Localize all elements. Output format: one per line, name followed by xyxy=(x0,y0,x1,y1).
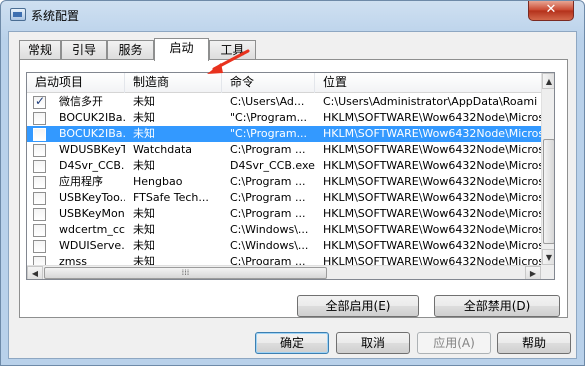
cell-manufacturer: 未知 xyxy=(133,95,155,108)
startup-item-checkbox[interactable] xyxy=(33,208,46,221)
cell-startup-item: USBKeyMon... xyxy=(59,207,125,220)
table-row[interactable]: 微信多开 未知 C:\Users\Ad... C:\Users\Administrat… xyxy=(27,94,541,110)
cell-command: C:\Windows\... xyxy=(230,223,309,236)
cell-startup-item: 微信多开 xyxy=(59,95,103,108)
cell-startup-item: wdcertm_ccb xyxy=(59,223,125,236)
cell-startup-item: D4Svr_CCB... xyxy=(59,159,125,172)
cell-command: D4Svr_CCB.exe xyxy=(230,159,315,172)
help-button[interactable]: 帮助 xyxy=(497,332,571,354)
table-row[interactable]: BOCUK2IBa... 未知 "C:\Program... HKLM\SOFTWAR… xyxy=(27,126,541,142)
startup-item-checkbox[interactable] xyxy=(33,94,46,109)
cell-command: C:\Program ... xyxy=(230,207,306,220)
cell-manufacturer: 未知 xyxy=(133,111,155,124)
cell-manufacturer: 未知 xyxy=(133,223,155,236)
red-arrow-annotation xyxy=(207,49,250,74)
cell-location: HKLM\SOFTWARE\Wow6432Node\Microsoft\ xyxy=(323,239,541,252)
msconfig-app-icon xyxy=(10,8,26,21)
ok-button[interactable]: 确定 xyxy=(255,332,329,354)
horizontal-scrollbar[interactable]: ◀ ⁞⁞⁞ ▶ xyxy=(27,265,541,279)
cell-startup-item: WDUIServe... xyxy=(59,239,125,252)
cell-location: C:\Users\Administrator\AppData\Roami xyxy=(323,95,538,108)
startup-item-checkbox[interactable] xyxy=(33,192,46,205)
table-row[interactable]: D4Svr_CCB... 未知 D4Svr_CCB.exe HKLM\SOFTWARE… xyxy=(27,158,541,174)
table-row[interactable]: wdcertm_ccb 未知 C:\Windows\... HKLM\SOFTWARE… xyxy=(27,222,541,238)
column-header-location[interactable]: 位置 xyxy=(315,73,541,93)
table-row[interactable]: 应用程序 Hengbao C:\Program ... HKLM\SOFTWARE\W… xyxy=(27,174,541,190)
cell-location: HKLM\SOFTWARE\Wow6432Node\Microsoft\ xyxy=(323,143,541,156)
cell-location: HKLM\SOFTWARE\Wow6432Node\Microsoft\ xyxy=(323,127,541,140)
cell-manufacturer: 未知 xyxy=(133,127,155,140)
cell-location: HKLM\SOFTWARE\Wow6432Node\Microsoft\ xyxy=(323,175,541,188)
table-row[interactable]: WDUIServe... 未知 C:\Windows\... HKLM\SOFTWAR… xyxy=(27,238,541,254)
cell-startup-item: USBKeyToo... xyxy=(59,191,125,204)
list-header: 启动项目 制造商 命令 位置 xyxy=(27,73,541,93)
cell-manufacturer: FTSafe Tech... xyxy=(133,191,209,204)
scroll-down-button[interactable]: ▼ xyxy=(542,249,554,265)
cell-startup-item: 应用程序 xyxy=(59,175,103,188)
tab-startup[interactable]: 启动 xyxy=(154,38,209,61)
cell-command: "C:\Program... xyxy=(230,111,308,124)
startup-item-checkbox[interactable] xyxy=(33,224,46,237)
cell-manufacturer: Hengbao xyxy=(133,175,183,188)
tab-services[interactable]: 服务 xyxy=(107,40,154,60)
cell-location: HKLM\SOFTWARE\Wow6432Node\Microsoft\ xyxy=(323,207,541,220)
horizontal-scroll-thumb[interactable]: ⁞⁞⁞ xyxy=(44,267,327,279)
apply-button: 应用(A) xyxy=(417,332,491,354)
dialog-client-area: 常规 引导 服务 启动 工具 启动项目 制造商 命令 位置 微信多开未知C:\U… xyxy=(8,31,577,359)
table-row[interactable]: USBKeyToo... FTSafe Tech... C:\Program ...… xyxy=(27,190,541,206)
cell-startup-item: BOCUK2IBa... xyxy=(59,111,125,124)
startup-item-checkbox[interactable] xyxy=(33,160,46,173)
startup-item-checkbox[interactable] xyxy=(33,112,46,125)
cell-location: HKLM\SOFTWARE\Wow6432Node\Microsoft\ xyxy=(323,111,541,124)
startup-items-list: 启动项目 制造商 命令 位置 微信多开未知C:\Users\Ad...C:\Us… xyxy=(26,72,555,280)
vertical-scroll-thumb[interactable] xyxy=(543,139,554,244)
cell-startup-item: BOCUK2IBa... xyxy=(59,127,125,140)
disable-all-button[interactable]: 全部禁用(D) xyxy=(434,295,560,317)
column-header-startup-item[interactable]: 启动项目 xyxy=(27,73,125,93)
startup-item-checkbox[interactable] xyxy=(33,144,46,157)
list-rows: 微信多开未知C:\Users\Ad...C:\Users\Administrat… xyxy=(27,94,541,270)
cell-command: C:\Program ... xyxy=(230,175,306,188)
cell-command: C:\Program ... xyxy=(230,143,306,156)
system-config-window: 系统配置 ✕ 常规 引导 服务 启动 工具 启动项目 制造商 命令 位置 微信多… xyxy=(0,0,585,366)
table-row[interactable]: WDUSBKeyTool Watchdata C:\Program ... HKLM\… xyxy=(27,142,541,158)
cancel-button[interactable]: 取消 xyxy=(336,332,410,354)
tab-general[interactable]: 常规 xyxy=(19,40,61,60)
table-row[interactable]: BOCUK2IBa... 未知 "C:\Program... HKLM\SOFTWAR… xyxy=(27,110,541,126)
title-bar[interactable]: 系统配置 ✕ xyxy=(1,1,584,29)
cell-manufacturer: 未知 xyxy=(133,207,155,220)
cell-location: HKLM\SOFTWARE\Wow6432Node\Microsoft\ xyxy=(323,223,541,236)
cell-manufacturer: 未知 xyxy=(133,239,155,252)
scrollbar-corner xyxy=(541,265,554,279)
startup-item-checkbox[interactable] xyxy=(33,128,46,141)
cell-command: "C:\Program... xyxy=(230,127,308,140)
cell-manufacturer: 未知 xyxy=(133,159,155,172)
cell-location: HKLM\SOFTWARE\Wow6432Node\Microsoft\ xyxy=(323,191,541,204)
cell-location: HKLM\SOFTWARE\Wow6432Node\Microsoft\ xyxy=(323,159,541,172)
cell-command: C:\Users\Ad... xyxy=(230,95,305,108)
close-button[interactable]: ✕ xyxy=(528,1,574,21)
cell-command: C:\Program ... xyxy=(230,191,306,204)
scroll-right-button[interactable]: ▶ xyxy=(525,266,541,279)
startup-item-checkbox[interactable] xyxy=(33,176,46,189)
scroll-up-button[interactable]: ▲ xyxy=(542,73,554,89)
table-row[interactable]: USBKeyMon... 未知 C:\Program ... HKLM\SOFTWAR… xyxy=(27,206,541,222)
cell-manufacturer: Watchdata xyxy=(133,143,193,156)
cell-command: C:\Windows\... xyxy=(230,239,309,252)
cell-startup-item: WDUSBKeyTool xyxy=(59,143,125,156)
vertical-scrollbar[interactable]: ▲ ▼ xyxy=(541,73,554,265)
enable-all-button[interactable]: 全部启用(E) xyxy=(297,295,419,317)
window-title: 系统配置 xyxy=(31,9,80,23)
startup-item-checkbox[interactable] xyxy=(33,240,46,253)
scroll-left-button[interactable]: ◀ xyxy=(27,266,43,279)
tab-boot[interactable]: 引导 xyxy=(61,40,107,60)
